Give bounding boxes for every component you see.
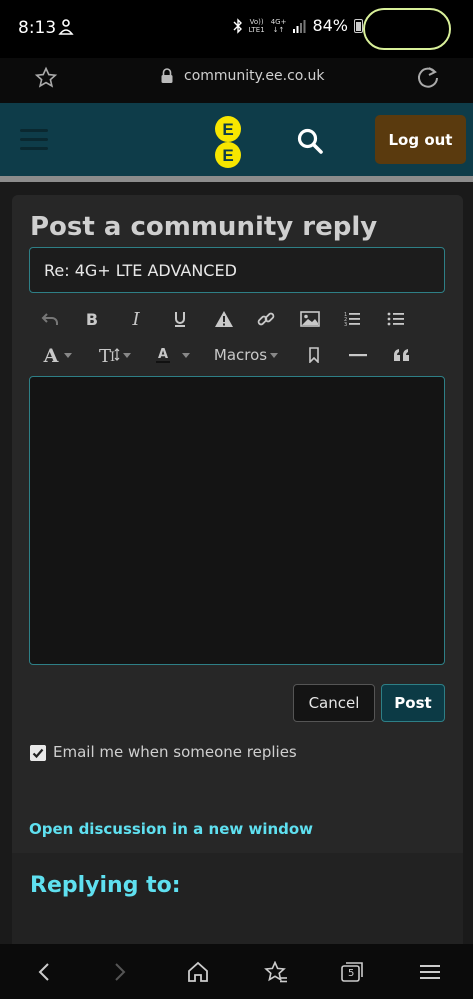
svg-text:I: I [110,350,115,364]
replying-section [12,853,463,944]
site-header: E E Log out [0,103,473,176]
subject-input[interactable]: Re: 4G+ LTE ADVANCED [29,247,445,293]
italic-icon[interactable]: I [122,303,150,335]
bluetooth-icon [233,17,242,34]
undo-icon[interactable] [36,303,64,335]
open-discussion-link[interactable]: Open discussion in a new window [29,820,313,838]
reload-icon[interactable] [415,64,441,90]
hamburger-menu-icon[interactable] [20,129,48,151]
bookmarks-icon[interactable] [262,958,290,986]
battery-percent: 84% [312,16,348,35]
font-family-dropdown[interactable]: A [36,339,76,371]
browser-address-bar: community.ee.co.uk [0,58,473,103]
editor-toolbar-row-1: B I 123 [28,303,448,335]
macros-label: Macros [213,346,268,364]
horizontal-rule-icon[interactable] [344,339,372,371]
logout-button[interactable]: Log out [375,115,466,164]
status-indicators: Vo)) LTE1 4G+ ↓↑ 84% [233,16,363,35]
camera-cutout [363,8,451,50]
quote-icon[interactable] [388,339,416,371]
forward-icon[interactable] [106,958,134,986]
menu-icon[interactable] [416,958,444,986]
generation-indicator: 4G+ ↓↑ [270,17,287,34]
replying-title: Replying to: [30,873,181,898]
svg-text:A: A [42,346,58,364]
url-text: community.ee.co.uk [184,68,325,84]
logo-letter-top: E [222,120,233,139]
browser-bottom-nav: 5 [0,944,473,999]
url-field[interactable]: community.ee.co.uk [160,68,325,84]
font-size-dropdown[interactable]: TI [94,339,134,371]
link-icon[interactable] [252,303,280,335]
email-notify-checkbox[interactable] [30,745,46,761]
svg-text:I: I [131,311,140,327]
numbered-list-icon[interactable]: 123 [338,303,366,335]
status-bar: 8:13 Vo)) LTE1 4G+ ↓↑ 84% [0,0,473,58]
svg-text:A: A [158,347,168,362]
tabs-icon[interactable]: 5 [338,958,366,986]
bold-icon[interactable]: B [78,303,106,335]
back-icon[interactable] [30,958,58,986]
email-notify-label: Email me when someone replies [53,743,297,761]
svg-text:3: 3 [344,322,347,328]
page-title: Post a community reply [30,212,378,242]
search-icon[interactable] [296,127,324,155]
image-icon[interactable] [296,303,324,335]
tab-count: 5 [348,968,355,979]
font-color-icon: A [156,347,170,363]
ee-logo[interactable]: E E [212,116,244,168]
status-time: 8:13 [18,18,57,38]
bullet-list-icon[interactable] [382,303,410,335]
message-editor[interactable] [29,376,445,665]
network-type: Vo)) LTE1 [248,17,265,34]
cancel-button[interactable]: Cancel [293,684,375,722]
lock-icon [161,68,173,83]
macros-dropdown[interactable]: Macros [210,339,282,371]
home-icon[interactable] [184,958,212,986]
warning-icon[interactable] [210,303,238,335]
underline-icon[interactable] [166,303,194,335]
bookmark-star-icon[interactable] [34,66,58,90]
bookmark-icon[interactable] [300,339,328,371]
editor-toolbar-row-2: A TI A Macros [28,339,448,371]
font-size-icon: TI [99,346,119,364]
font-color-dropdown[interactable]: A [150,339,194,371]
font-family-icon: A [42,346,58,364]
notification-icon [58,19,74,35]
svg-text:B: B [86,311,98,327]
battery-icon [354,18,363,33]
logo-letter-bottom: E [222,146,233,165]
signal-icon [293,19,306,33]
post-button[interactable]: Post [381,684,445,722]
